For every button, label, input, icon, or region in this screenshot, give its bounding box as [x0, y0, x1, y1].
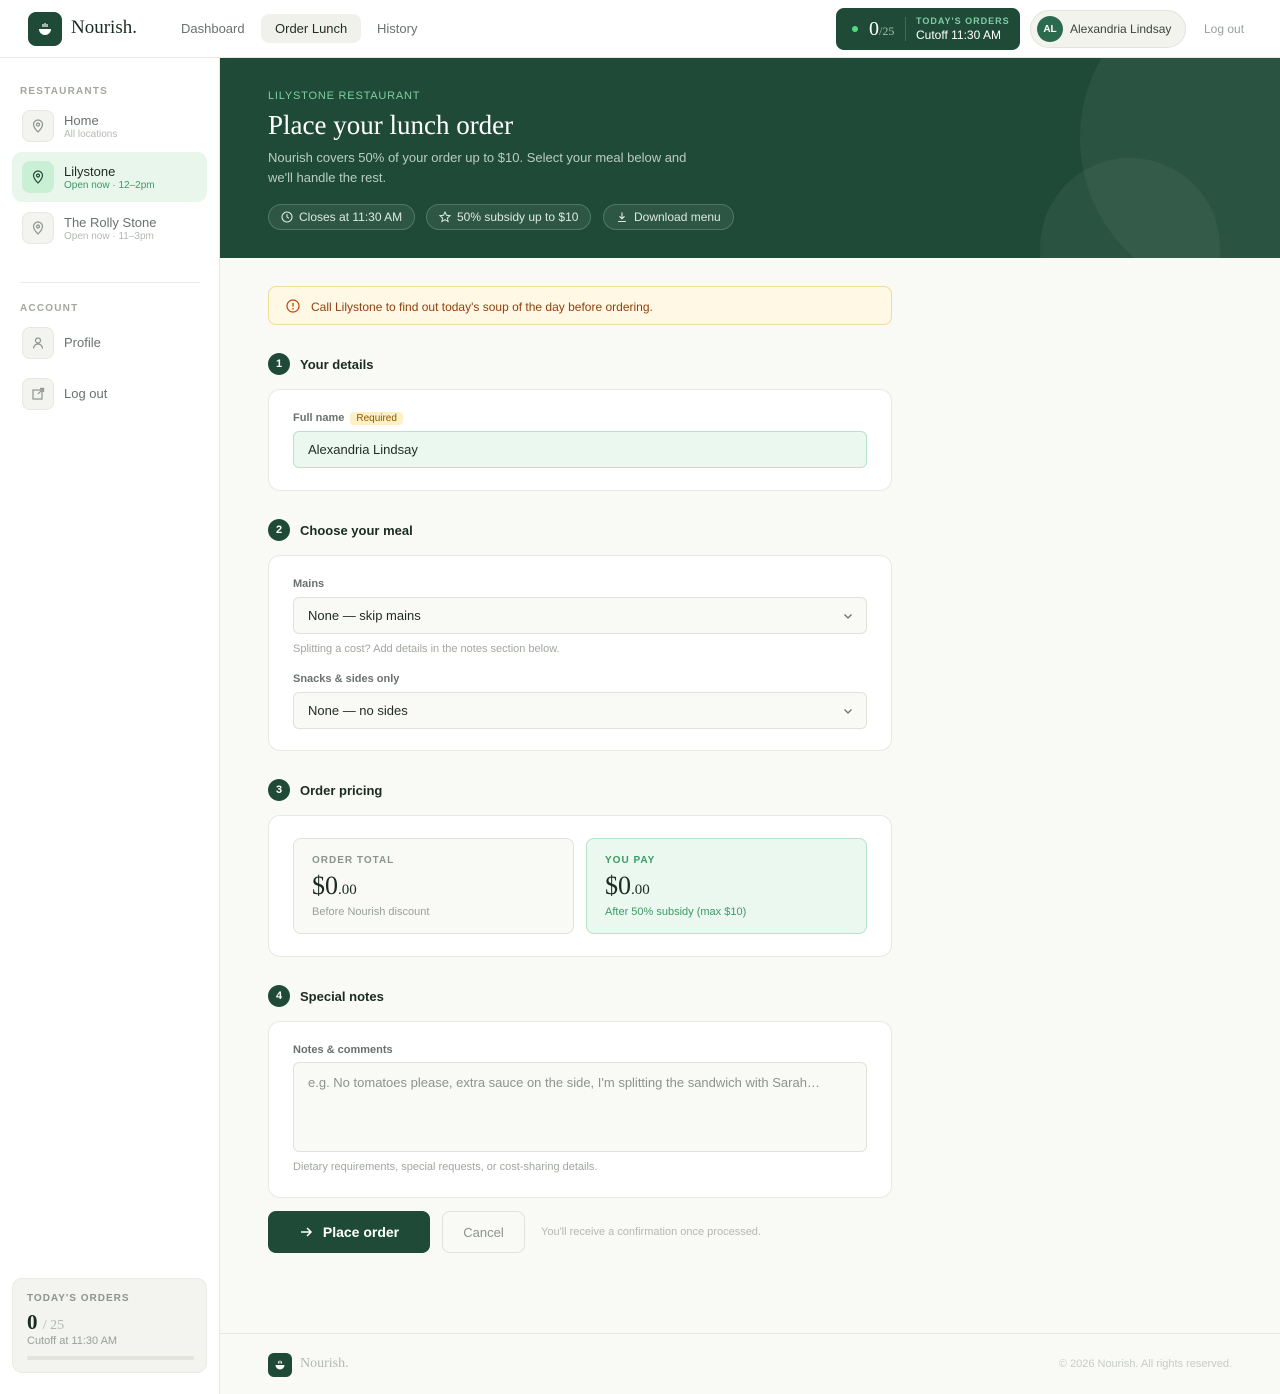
soup-alert: Call Lilystone to find out today's soup … — [268, 286, 892, 325]
sidebar-item-home[interactable]: Home All locations — [12, 101, 207, 151]
orders-cutoff: Cutoff 11:30 AM — [916, 28, 1001, 42]
orders-label: TODAY'S ORDERS — [916, 16, 1010, 26]
restaurant-kicker: LILYSTONE RESTAURANT — [268, 90, 421, 102]
footer-brand: Nourish. — [300, 1356, 349, 1371]
chevron-down-icon — [844, 614, 852, 619]
chevron-down-icon — [844, 709, 852, 714]
nav-order-lunch[interactable]: Order Lunch — [261, 14, 362, 43]
sidebar-item-logout[interactable]: Log out — [12, 369, 207, 419]
sidebar-divider — [20, 282, 200, 283]
sides-label: Snacks & sides only — [293, 673, 400, 685]
notes-label: Notes & comments — [293, 1044, 393, 1056]
restaurants-heading: RESTAURANTS — [20, 86, 109, 97]
footer: Nourish. © 2026 Nourish. All rights rese… — [220, 1333, 1280, 1394]
mains-hint: Splitting a cost? Add details in the not… — [293, 643, 560, 655]
map-pin-icon — [22, 212, 54, 244]
step-number: 1 — [268, 353, 290, 375]
full-name-input[interactable]: Alexandria Lindsay — [293, 431, 867, 468]
arrow-right-icon — [300, 1227, 312, 1237]
star-icon — [439, 211, 451, 223]
todays-orders-card: TODAY'S ORDERS 0 / 25 Cutoff at 11:30 AM — [12, 1278, 207, 1373]
step-number: 3 — [268, 779, 290, 801]
sidebar: RESTAURANTS Home All locations Lilystone… — [0, 58, 220, 1394]
orders-progress-bar — [27, 1356, 194, 1360]
map-pin-icon — [22, 161, 54, 193]
you-pay-box: YOU PAY $0.00 After 50% subsidy (max $10… — [586, 838, 867, 934]
download-icon — [618, 212, 626, 223]
order-total-value: $0.00 — [312, 871, 357, 900]
order-total-box: ORDER TOTAL $0.00 Before Nourish discoun… — [293, 838, 574, 934]
alert-circle-icon — [286, 299, 300, 313]
step-title: Special notes — [300, 989, 384, 1004]
map-pin-icon — [22, 110, 54, 142]
step-number: 2 — [268, 519, 290, 541]
bowl-icon — [268, 1353, 292, 1377]
orders-status-pill: 0/25 TODAY'S ORDERS Cutoff 11:30 AM — [836, 8, 1020, 50]
sidebar-item-lilystone[interactable]: Lilystone Open now · 12–2pm — [12, 152, 207, 202]
confirmation-note: You'll receive a confirmation once proce… — [541, 1226, 761, 1238]
notes-card: Notes & comments e.g. No tomatoes please… — [268, 1021, 892, 1198]
cancel-button[interactable]: Cancel — [442, 1211, 525, 1253]
copyright: © 2026 Nourish. All rights reserved. — [1058, 1358, 1232, 1370]
you-pay-value: $0.00 — [605, 871, 650, 900]
nav-history[interactable]: History — [363, 14, 431, 43]
user-name: Alexandria Lindsay — [1070, 22, 1172, 36]
clock-icon — [281, 211, 293, 223]
download-menu-button[interactable]: Download menu — [603, 204, 734, 230]
external-link-icon — [22, 378, 54, 410]
top-bar: Nourish. Dashboard Order Lunch History 0… — [0, 0, 1280, 58]
closes-chip: Closes at 11:30 AM — [268, 204, 416, 230]
page-title: Place your lunch order — [268, 110, 514, 140]
meal-card: Mains None — skip mains Splitting a cost… — [268, 555, 892, 751]
required-badge: Required — [350, 412, 403, 425]
full-name-label: Full name Required — [293, 412, 403, 425]
user-icon — [22, 327, 54, 359]
sides-select[interactable]: None — no sides — [293, 692, 867, 729]
pricing-card: ORDER TOTAL $0.00 Before Nourish discoun… — [268, 815, 892, 957]
notes-hint: Dietary requirements, special requests, … — [293, 1161, 598, 1173]
avatar: AL — [1037, 16, 1063, 42]
place-order-button[interactable]: Place order — [268, 1211, 430, 1253]
brand-name[interactable]: Nourish. — [71, 17, 137, 39]
user-chip[interactable]: AL Alexandria Lindsay — [1030, 10, 1186, 48]
step-title: Choose your meal — [300, 523, 413, 538]
logout-link[interactable]: Log out — [1204, 22, 1244, 36]
mains-label: Mains — [293, 578, 325, 590]
hero-banner: LILYSTONE RESTAURANT Place your lunch or… — [220, 58, 1280, 258]
page-subtitle: Nourish covers 50% of your order up to $… — [268, 150, 687, 185]
step-title: Your details — [300, 357, 374, 372]
sidebar-item-profile[interactable]: Profile — [12, 318, 207, 368]
notes-textarea[interactable]: e.g. No tomatoes please, extra sauce on … — [293, 1062, 867, 1152]
step-number: 4 — [268, 985, 290, 1007]
status-dot — [852, 26, 858, 32]
sidebar-item-rolly-stone[interactable]: The Rolly Stone Open now · 11–3pm — [12, 203, 207, 253]
alert-text: Call Lilystone to find out today's soup … — [311, 300, 653, 314]
bowl-icon[interactable] — [28, 12, 62, 46]
nav-dashboard[interactable]: Dashboard — [167, 14, 259, 43]
subsidy-chip: 50% subsidy up to $10 — [426, 204, 592, 230]
account-heading: ACCOUNT — [20, 303, 79, 314]
details-card: Full name Required Alexandria Lindsay — [268, 389, 892, 491]
orders-count: 0/25 — [869, 18, 895, 40]
mains-select[interactable]: None — skip mains — [293, 597, 867, 634]
step-title: Order pricing — [300, 783, 383, 798]
